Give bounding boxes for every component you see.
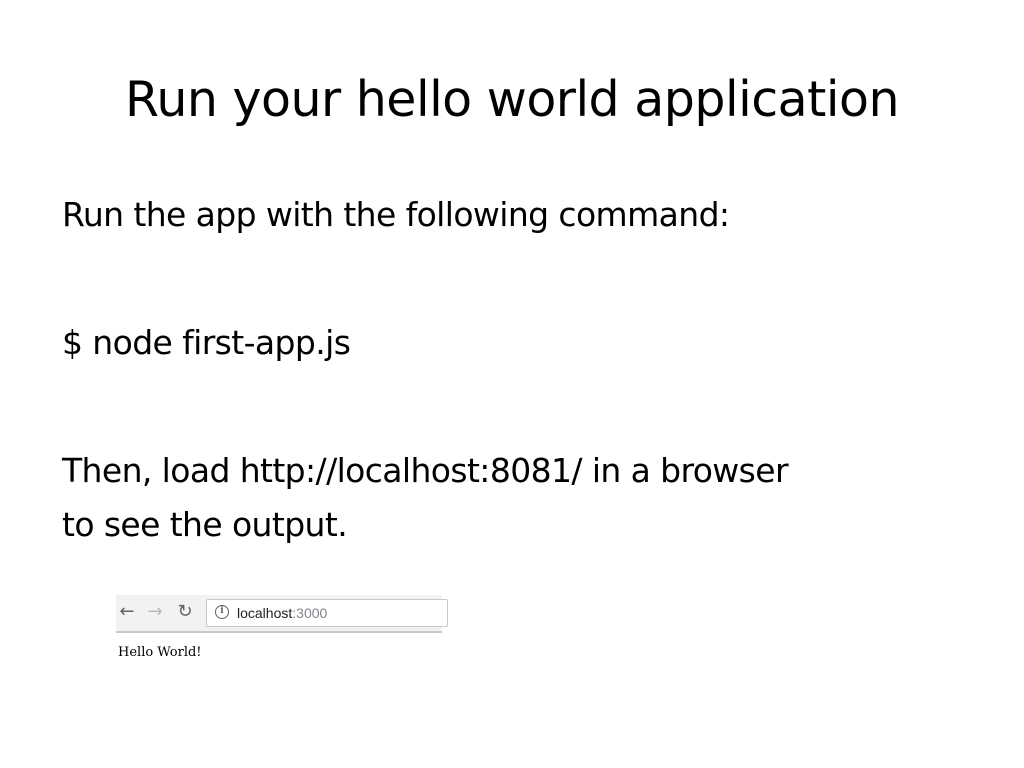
load-instruction-line-1: Then, load http://localhost:8081/ in a b…	[62, 451, 789, 490]
instruction-text: Run the app with the following command:	[62, 195, 730, 234]
info-icon: i	[215, 605, 229, 619]
hello-world-output: Hello World!	[118, 645, 202, 660]
slide-title: Run your hello world application	[124, 71, 900, 128]
browser-toolbar: ← → ↻ i localhost:3000	[116, 595, 448, 633]
url-port: :3000	[292, 605, 328, 621]
back-arrow-icon: ←	[119, 601, 135, 622]
forward-arrow-icon: →	[147, 601, 163, 622]
url-host: localhost	[237, 605, 293, 621]
slide: Run your hello world application Run the…	[0, 0, 1024, 768]
reload-icon: ↻	[177, 601, 193, 622]
browser-screenshot: ← → ↻ i localhost:3000 Hello World!	[116, 595, 448, 670]
url-text: localhost:3000	[237, 604, 327, 622]
command-text: $ node first-app.js	[62, 323, 351, 362]
address-bar: i localhost:3000	[206, 599, 448, 627]
load-instruction: Then, load http://localhost:8081/ in a b…	[62, 444, 789, 552]
load-instruction-line-2: to see the output.	[62, 505, 348, 544]
